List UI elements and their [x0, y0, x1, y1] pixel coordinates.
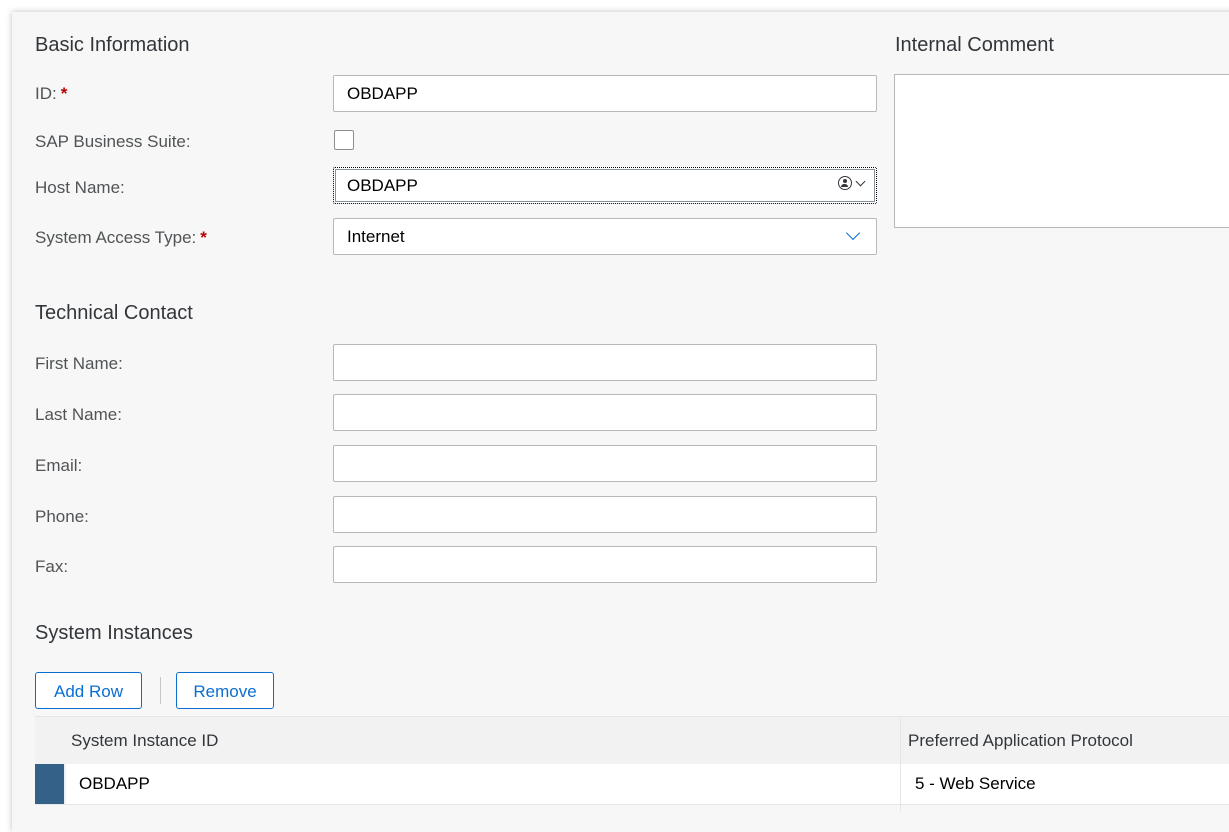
column-divider — [900, 716, 901, 811]
access-label-row: System Access Type: * — [35, 228, 207, 248]
access-label: System Access Type: — [35, 228, 197, 247]
email-label: Email: — [35, 456, 83, 475]
column-header-protocol[interactable]: Preferred Application Protocol — [908, 717, 1133, 764]
row-instance-cell — [64, 764, 937, 804]
phone-label: Phone: — [35, 507, 89, 526]
toolbar-separator — [160, 677, 161, 704]
internal-comment-textarea[interactable] — [894, 74, 1229, 228]
basic-info-title: Basic Information — [35, 34, 190, 56]
id-label: ID: — [35, 84, 57, 103]
technical-contact-title: Technical Contact — [35, 302, 193, 324]
required-mark: * — [200, 228, 207, 247]
first-name-input[interactable] — [333, 344, 877, 381]
host-name-combobox[interactable]: OBDAPP — [333, 167, 877, 204]
chevron-down-icon[interactable] — [845, 225, 861, 241]
required-mark: * — [60, 84, 68, 103]
row-selector[interactable] — [35, 764, 64, 804]
column-header-instance-id[interactable]: System Instance ID — [71, 717, 218, 764]
remove-button[interactable]: Remove — [176, 672, 274, 709]
id-input[interactable]: OBDAPP — [333, 75, 877, 112]
table-header: System Instance ID Preferred Application… — [35, 716, 1229, 765]
user-value-help-icon[interactable] — [838, 176, 852, 190]
system-access-type-select[interactable]: Internet — [333, 218, 877, 255]
cell-protocol[interactable]: 5 - Web Service — [915, 764, 1036, 804]
sap-business-suite-checkbox[interactable] — [334, 130, 354, 150]
access-value: Internet — [347, 227, 405, 246]
host-label: Host Name: — [35, 178, 125, 197]
id-label-row: ID: * — [35, 84, 67, 104]
chevron-down-icon[interactable] — [855, 176, 866, 186]
phone-input[interactable] — [333, 496, 877, 533]
fax-input[interactable] — [333, 546, 877, 583]
host-icons[interactable] — [838, 176, 866, 190]
internal-comment-title: Internal Comment — [895, 34, 1054, 56]
add-row-button[interactable]: Add Row — [35, 672, 142, 709]
last-name-label: Last Name: — [35, 405, 122, 424]
table-row[interactable]: OBDAPP 5 - Web Service — [35, 764, 1229, 805]
suite-label: SAP Business Suite: — [35, 132, 191, 151]
first-name-label: First Name: — [35, 354, 123, 373]
fax-label: Fax: — [35, 557, 69, 576]
email-input[interactable] — [333, 445, 877, 482]
system-instances-title: System Instances — [35, 622, 193, 644]
cell-instance-id[interactable]: OBDAPP — [79, 764, 150, 804]
host-name-value: OBDAPP — [347, 176, 418, 195]
last-name-input[interactable] — [333, 394, 877, 431]
